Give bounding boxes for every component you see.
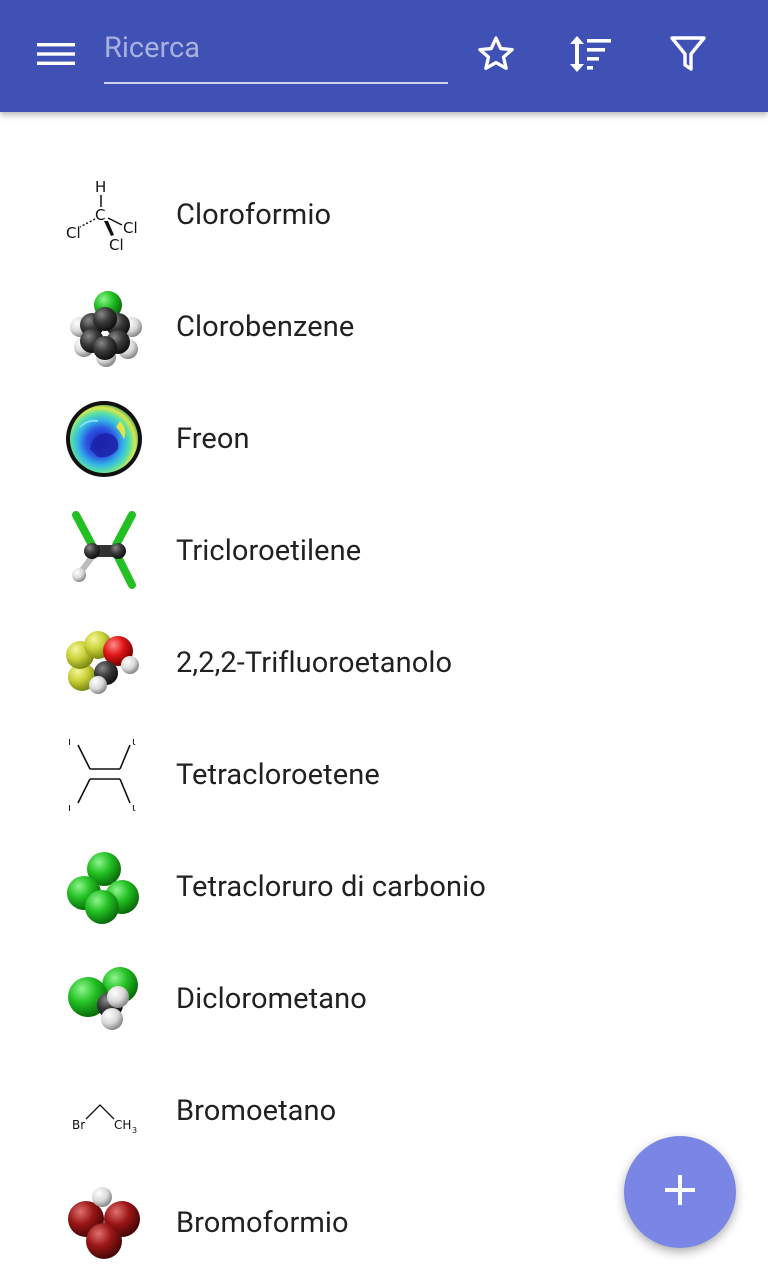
filter-icon xyxy=(670,35,706,77)
carbon-tetrachloride-model-icon xyxy=(62,847,146,927)
favorites-button[interactable] xyxy=(466,26,526,86)
bromoform-model-icon xyxy=(62,1183,146,1263)
list-item[interactable]: Diclorometano xyxy=(0,943,768,1055)
svg-text:C: C xyxy=(95,206,105,224)
star-outline-icon xyxy=(475,33,517,79)
svg-text:Cl: Cl xyxy=(123,219,138,237)
trifluoroethanol-model-icon xyxy=(62,623,146,703)
svg-text:ı: ı xyxy=(68,801,71,814)
search-input[interactable] xyxy=(104,24,448,72)
bromoethane-structure-icon: Br CH 3 xyxy=(62,1071,146,1151)
svg-text:3: 3 xyxy=(132,1126,137,1135)
compound-list: H C Cl Cl Cl Cloroformio Clorobenzene Fr… xyxy=(0,159,768,1279)
compound-name: Tetracloruro di carbonio xyxy=(176,870,486,904)
search-field xyxy=(104,24,448,84)
list-item[interactable]: Tricloroetilene xyxy=(0,495,768,607)
compound-name: Bromoformio xyxy=(176,1206,349,1240)
svg-text:ι: ι xyxy=(132,735,136,748)
add-icon xyxy=(663,1173,697,1211)
sort-icon xyxy=(568,34,614,78)
compound-name: 2,2,2-Trifluoroetanolo xyxy=(176,646,453,680)
app-bar xyxy=(0,0,768,112)
svg-text:Br: Br xyxy=(72,1118,85,1132)
chlorobenzene-model-icon xyxy=(62,287,146,367)
list-item[interactable]: Tetracloruro di carbonio xyxy=(0,831,768,943)
compound-name: Clorobenzene xyxy=(176,310,355,344)
svg-text:H: H xyxy=(95,178,106,196)
svg-text:ι: ι xyxy=(132,801,136,814)
svg-text:CH: CH xyxy=(114,1118,131,1132)
list-item[interactable]: ı ι ı ι Tetracloroetene xyxy=(0,719,768,831)
compound-name: Tetracloroetene xyxy=(176,758,380,792)
sort-button[interactable] xyxy=(560,26,622,86)
svg-text:ı: ı xyxy=(68,735,71,748)
compound-name: Diclorometano xyxy=(176,982,367,1016)
list-item[interactable]: Freon xyxy=(0,383,768,495)
list-item[interactable]: H C Cl Cl Cl Cloroformio xyxy=(0,159,768,271)
add-button[interactable] xyxy=(624,1136,736,1248)
svg-text:Cl: Cl xyxy=(66,224,81,242)
compound-name: Freon xyxy=(176,422,250,456)
menu-icon xyxy=(37,39,75,73)
chloroform-structure-icon: H C Cl Cl Cl xyxy=(62,175,146,255)
compound-name: Bromoetano xyxy=(176,1094,337,1128)
trichloroethylene-model-icon xyxy=(62,511,146,591)
compound-name: Tricloroetilene xyxy=(176,534,362,568)
compound-name: Cloroformio xyxy=(176,198,332,232)
filter-button[interactable] xyxy=(658,26,718,86)
dichloromethane-model-icon xyxy=(62,959,146,1039)
tetrachloroethene-structure-icon: ı ι ı ι xyxy=(62,735,146,815)
list-item[interactable]: 2,2,2-Trifluoroetanolo xyxy=(0,607,768,719)
list-item[interactable]: Clorobenzene xyxy=(0,271,768,383)
ozone-hole-map-icon xyxy=(62,399,146,479)
menu-button[interactable] xyxy=(24,28,88,84)
svg-text:Cl: Cl xyxy=(109,236,124,254)
